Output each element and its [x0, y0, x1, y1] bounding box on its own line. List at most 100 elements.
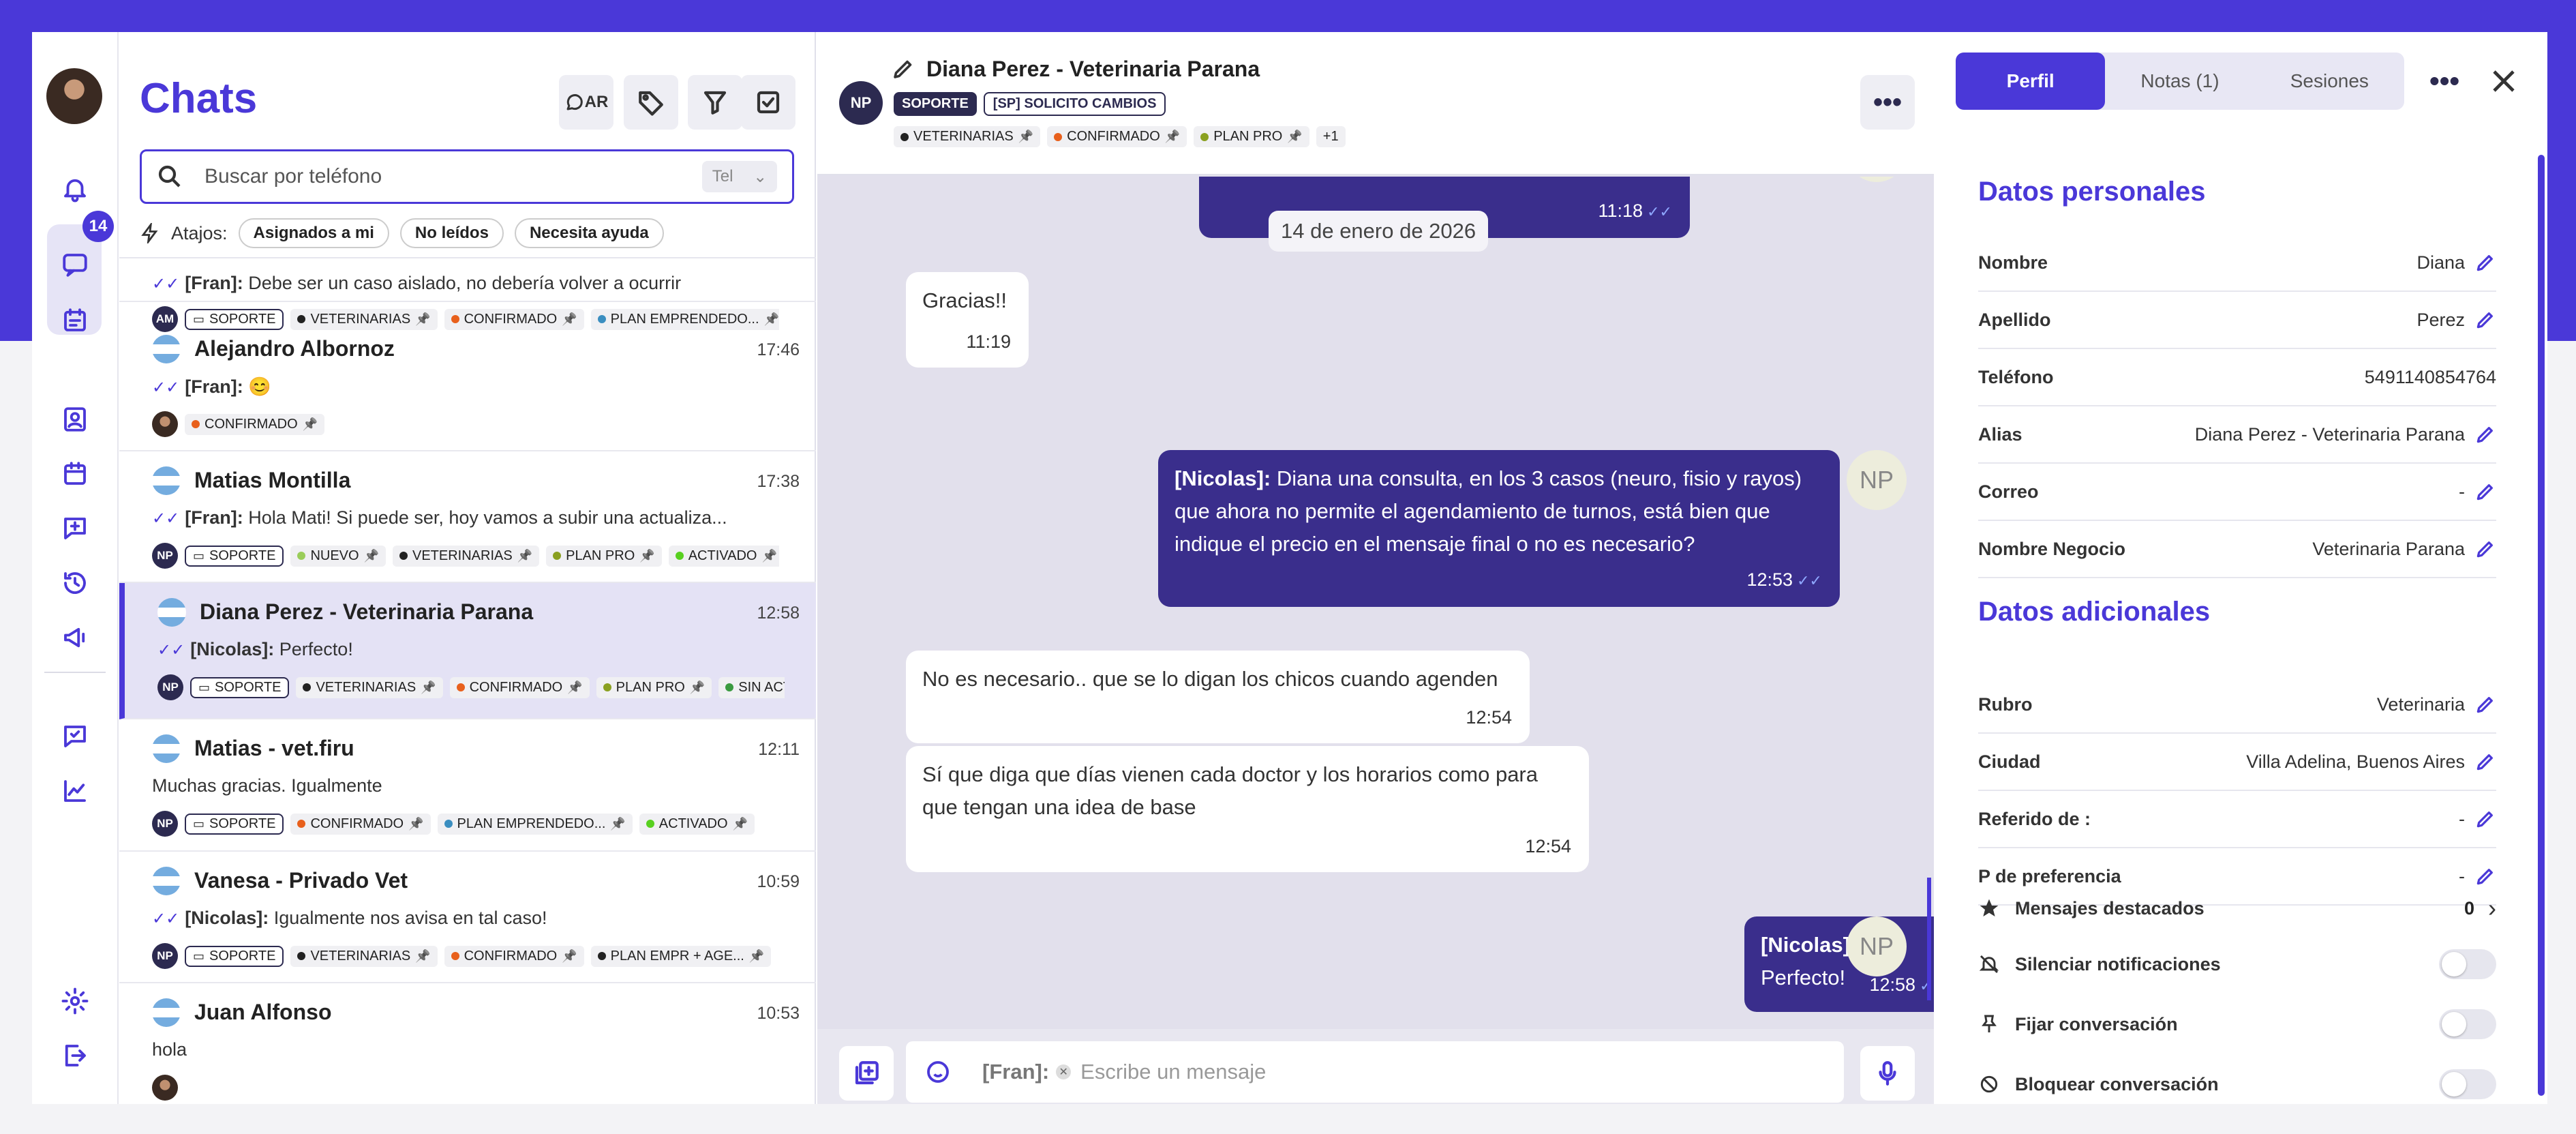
filter-button[interactable]	[688, 75, 742, 130]
review-chat-icon[interactable]	[59, 721, 91, 752]
messages-scrollbar[interactable]	[1927, 878, 1931, 1000]
pencil-icon[interactable]	[891, 57, 915, 81]
tag-chip[interactable]: ACTIVADO 📌	[639, 813, 755, 835]
tab-notas[interactable]: Notas (1)	[2105, 53, 2254, 110]
message-bubble[interactable]: Gracias!! 11:19	[906, 272, 1029, 368]
close-icon[interactable]	[2487, 65, 2520, 98]
tag-label: VETERINARIAS	[316, 679, 416, 695]
tag-chip[interactable]: PLAN EMPRENDEDO... 📌	[437, 813, 633, 835]
chat-list-item[interactable]: Juan Alfonso 10:53 hola	[119, 983, 816, 1104]
tag-soporte[interactable]: ▭ SOPORTE	[185, 545, 284, 567]
calendar-icon[interactable]	[59, 458, 91, 490]
tag-chip[interactable]: CONFIRMADO 📌	[1047, 126, 1187, 147]
edit-pencil-icon[interactable]	[2474, 481, 2496, 503]
shortcut-assigned[interactable]: Asignados a mi	[238, 218, 389, 248]
more-tags-count[interactable]: +1	[1316, 126, 1346, 147]
agent-avatar[interactable]: NP	[1847, 916, 1907, 976]
chat-list-item[interactable]: Vanesa - Privado Vet 10:59 ✓✓ [Nicolas]: Ig…	[119, 852, 816, 983]
tag-chip[interactable]: SIN ACT📌	[718, 676, 785, 698]
tab-perfil[interactable]: Perfil	[1956, 53, 2106, 110]
user-avatar[interactable]	[46, 68, 102, 124]
message-bubble[interactable]: [Nicolas]: Diana una consulta, en los 3 …	[1158, 450, 1840, 607]
tag-chip[interactable]: PLAN EMPR + AGE... 📌	[590, 945, 772, 967]
chat-list-item[interactable]: ✓✓ [Fran]: Debe ser un caso aislado, no d…	[119, 258, 816, 332]
tag-chip[interactable]: CONFIRMADO 📌	[290, 813, 431, 835]
edit-pencil-icon[interactable]	[2474, 252, 2496, 273]
add-message-icon[interactable]	[59, 513, 91, 544]
agent-avatar[interactable]: NP	[1847, 177, 1907, 182]
message-bubble[interactable]: [Nicolas]: Perfecto!12:58 ✓✓	[1744, 916, 1934, 1012]
agent-avatar[interactable]: NP	[1847, 450, 1907, 510]
tags-button[interactable]	[624, 75, 678, 130]
tag-chip[interactable]: CONFIRMADO 📌	[185, 413, 325, 435]
tag-soporte[interactable]: ▭ SOPORTE	[190, 676, 290, 698]
edit-pencil-icon[interactable]	[2474, 538, 2496, 560]
contacts-board-icon[interactable]	[59, 305, 91, 336]
tag-chip[interactable]: PLAN PRO 📌	[546, 545, 662, 567]
block-toggle[interactable]	[2439, 1069, 2496, 1099]
edit-pencil-icon[interactable]	[2474, 309, 2496, 331]
agent-avatar[interactable]: NP	[152, 543, 178, 569]
mute-toggle[interactable]	[2439, 949, 2496, 979]
logout-icon[interactable]	[59, 1040, 91, 1071]
tag-chip[interactable]: PLAN PRO 📌	[596, 676, 712, 698]
chat-bubbles-icon[interactable]	[59, 249, 91, 280]
edit-pencil-icon[interactable]	[2474, 693, 2496, 715]
shortcut-need-help[interactable]: Necesita ayuda	[514, 218, 664, 248]
search-type-select[interactable]: Tel ⌄	[702, 161, 777, 192]
bell-icon[interactable]	[59, 173, 91, 205]
select-button[interactable]	[741, 75, 795, 130]
badge-soporte[interactable]: SOPORTE	[894, 92, 977, 116]
profile-tabs: Perfil Notas (1) Sesiones	[1956, 53, 2404, 110]
tag-chip[interactable]: NUEVO 📌	[290, 545, 386, 567]
agent-photo-avatar[interactable]	[152, 1075, 178, 1101]
search-box[interactable]: Buscar por teléfono Tel ⌄	[140, 149, 794, 204]
megaphone-icon[interactable]	[59, 622, 91, 653]
chat-list-item[interactable]: Matias Montilla 17:38 ✓✓ [Fran]: Hola Mati!…	[119, 451, 816, 583]
chat-list-item[interactable]: Matias - vet.firu 12:11 Muchas gracias. Ig…	[119, 719, 816, 852]
agent-photo-avatar[interactable]	[152, 411, 178, 437]
settings-icon[interactable]	[59, 985, 91, 1017]
profile-more-button[interactable]: •••	[2429, 65, 2459, 98]
starred-messages-row[interactable]: Mensajes destacados 0 ›	[1978, 883, 2496, 934]
agent-avatar[interactable]: NP	[152, 811, 178, 837]
tag-soporte[interactable]: ▭ SOPORTE	[185, 945, 284, 967]
field-label: Alias	[1978, 423, 2022, 445]
tag-chip[interactable]: VETERINARIAS 📌	[894, 126, 1041, 147]
attach-button[interactable]	[839, 1046, 894, 1101]
message-bubble[interactable]: No es necesario.. que se lo digan los ch…	[906, 651, 1530, 743]
tag-chip[interactable]: CONFIRMADO 📌	[444, 945, 584, 967]
preview-text: hola	[152, 1039, 187, 1060]
agent-avatar[interactable]: NP	[152, 943, 178, 969]
contact-avatar[interactable]: NP	[839, 81, 883, 125]
chat-list-item[interactable]: Diana Perez - Veterinaria Parana 12:58 ✓✓ […	[119, 583, 816, 719]
remove-sender-icon[interactable]: ✕	[1056, 1064, 1072, 1079]
contact-card-icon[interactable]	[59, 404, 91, 435]
voice-button[interactable]	[1860, 1046, 1915, 1101]
badge-solicito-cambios[interactable]: [SP] SOLICITO CAMBIOS	[983, 92, 1166, 116]
tag-chip[interactable]: ACTIVADO 📌	[668, 545, 779, 567]
tag-chip[interactable]: VETERINARIAS 📌	[290, 945, 438, 967]
pin-toggle[interactable]	[2439, 1009, 2496, 1039]
edit-pencil-icon[interactable]	[2474, 751, 2496, 773]
tag-chip[interactable]: VETERINARIAS 📌	[393, 545, 540, 567]
message-bubble[interactable]: Sí que diga que días vienen cada doctor …	[906, 746, 1589, 872]
tag-chip[interactable]: CONFIRMADO 📌	[449, 676, 590, 698]
tab-sesiones[interactable]: Sesiones	[2255, 53, 2404, 110]
analytics-icon[interactable]	[59, 775, 91, 807]
agent-avatar[interactable]: NP	[157, 674, 183, 700]
chat-list-item[interactable]: Alejandro Albornoz 17:46 ✓✓ [Fran]: 😊 CONFIR…	[119, 320, 816, 451]
emoji-icon[interactable]	[924, 1058, 952, 1086]
whatsapp-account-button[interactable]: AR	[559, 75, 613, 130]
history-icon[interactable]	[59, 567, 91, 599]
tag-soporte[interactable]: ▭ SOPORTE	[185, 813, 284, 835]
message-input[interactable]: [Fran]: ✕ Escribe un mensaje	[906, 1041, 1844, 1103]
search-input[interactable]: Buscar por teléfono	[204, 165, 702, 188]
edit-pencil-icon[interactable]	[2474, 423, 2496, 445]
edit-pencil-icon[interactable]	[2474, 808, 2496, 830]
tag-chip[interactable]: VETERINARIAS 📌	[296, 676, 443, 698]
tag-chip[interactable]: PLAN PRO 📌	[1194, 126, 1309, 147]
conversation-more-button[interactable]: •••	[1860, 75, 1915, 130]
shortcut-unread[interactable]: No leídos	[399, 218, 504, 248]
profile-scrollbar[interactable]	[2538, 155, 2545, 1096]
